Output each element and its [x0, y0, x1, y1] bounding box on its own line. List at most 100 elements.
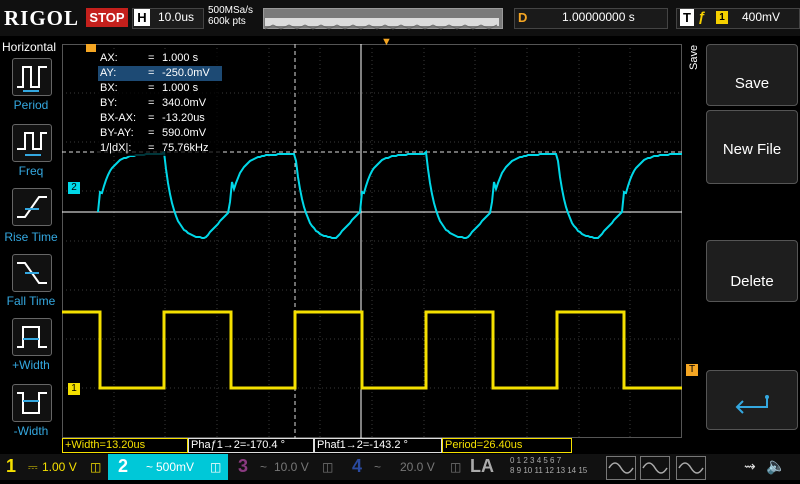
trigger-label: T	[680, 9, 694, 26]
positive-width-label: +Width	[12, 358, 50, 372]
return-button[interactable]	[706, 370, 798, 430]
new-file-label: New File	[722, 141, 782, 158]
delete-button[interactable]	[706, 240, 798, 302]
cursor-row: BX: = 1.000 s	[98, 81, 222, 96]
return-arrow-icon	[735, 395, 769, 414]
cursor-key: BX-AX:	[100, 112, 137, 124]
channel-2-bw-icon: ◫	[210, 460, 222, 474]
source-generator-1-button[interactable]	[606, 456, 636, 480]
la-digits-bottom: 8 9 10 11 12 13 14 15	[510, 466, 588, 475]
cursor-eq: =	[148, 97, 155, 109]
cursor-row: 1/|dX|: = 75.76kHz	[98, 141, 222, 156]
fall-time-button[interactable]	[12, 254, 52, 292]
channel-4-bw-icon: ◫	[450, 460, 462, 474]
cursor-key: BY-AY:	[100, 127, 134, 139]
memory-overview-strip	[264, 18, 499, 30]
cursor-key: AX:	[100, 52, 118, 64]
cursor-readout-table: AX: = 1.000 s AY: = -250.0mV BX: = 1.000 s BY:…	[96, 50, 222, 156]
cursor-value: 1.000 s	[162, 82, 199, 94]
speaker-mute-icon[interactable]: 🔈	[766, 456, 786, 476]
cursor-key: BX:	[100, 82, 118, 94]
channel-4-coupling-icon: ~	[374, 460, 382, 474]
save-label: Save	[734, 75, 770, 92]
cursor-value: -250.0mV	[162, 67, 210, 79]
cursor-value: 1.000 s	[162, 52, 199, 64]
channel-1-trace	[62, 310, 682, 390]
usb-icon: ⇝	[744, 458, 756, 474]
horizontal-label: H	[134, 9, 150, 26]
sine-wave-icon	[642, 462, 668, 474]
timebase-value: 10.0us	[158, 10, 195, 24]
freq-label: Freq	[18, 164, 44, 178]
brand-logo: RIGOL	[4, 6, 80, 30]
positive-width-button[interactable]	[12, 318, 52, 356]
source-generator-2-button[interactable]	[640, 456, 670, 480]
channel-2-scale[interactable]: 500mV	[156, 460, 194, 474]
cursor-value: 340.0mV	[162, 97, 207, 109]
cursor-row: AX: = 1.000 s	[98, 51, 222, 66]
trigger-level: 400mV	[742, 10, 781, 24]
channel-2-number[interactable]: 2	[118, 456, 128, 477]
channel-1-number[interactable]: 1	[6, 456, 16, 477]
rise-time-label: Rise Time	[4, 230, 58, 244]
trigger-box[interactable]	[676, 8, 800, 29]
cursor-eq: =	[148, 82, 155, 94]
channel-4-number[interactable]: 4	[352, 456, 362, 477]
delete-label: Delete	[730, 273, 774, 290]
period-icon	[17, 66, 47, 92]
period-button[interactable]	[12, 58, 52, 96]
rise-time-icon	[17, 196, 47, 218]
channel-3-bw-icon: ◫	[322, 460, 334, 474]
cursor-value: 75.76kHz	[162, 142, 209, 154]
memory-overview-waveform	[264, 24, 498, 30]
channel-2-offset-marker[interactable]: 2	[68, 182, 80, 194]
logic-analyzer-label[interactable]: LA	[470, 456, 494, 477]
trigger-level-marker[interactable]: T	[686, 364, 698, 376]
channel-3-scale[interactable]: 10.0 V	[274, 460, 309, 474]
delay-value: 1.00000000 s	[562, 10, 635, 24]
right-menu-title: Save	[688, 44, 700, 70]
freq-button[interactable]	[12, 124, 52, 162]
cursor-row: BY-AY: = 590.0mV	[98, 126, 222, 141]
measurement-positive-width[interactable]: +Width=13.20us	[62, 438, 188, 453]
cursor-eq: =	[148, 67, 155, 79]
channel-1-coupling-icon: ⎓	[28, 460, 38, 474]
negative-width-icon	[17, 392, 47, 414]
rising-edge-icon: ƒ	[698, 8, 706, 24]
channel-2-trace	[97, 149, 682, 239]
positive-width-icon	[17, 326, 47, 348]
fall-time-label: Fall Time	[6, 294, 56, 308]
cursor-key: 1/|dX|:	[100, 142, 132, 154]
freq-icon	[17, 132, 47, 156]
cursor-value: 590.0mV	[162, 127, 207, 139]
measurement-phase-falling[interactable]: Phaƭ1→2=-143.2 °	[314, 438, 442, 453]
sample-rate: 500MSa/s	[208, 5, 254, 16]
channel-4-scale[interactable]: 20.0 V	[400, 460, 435, 474]
period-label: Period	[13, 98, 49, 112]
channel-1-offset-marker[interactable]: 1	[68, 383, 80, 395]
left-menu-title: Horizontal	[2, 40, 57, 54]
channel-1-bw-icon: ◫	[90, 460, 102, 474]
sine-wave-icon	[608, 462, 634, 474]
measurement-period[interactable]: Period=26.40us	[442, 438, 572, 453]
run-stop-indicator[interactable]: STOP	[86, 8, 128, 27]
channel-1-scale[interactable]: 1.00 V	[42, 460, 77, 474]
channel-3-number[interactable]: 3	[238, 456, 248, 477]
channel-2-coupling-icon: ~	[146, 460, 154, 474]
cursor-eq: =	[148, 112, 155, 124]
source-generator-3-button[interactable]	[676, 456, 706, 480]
negative-width-button[interactable]	[12, 384, 52, 422]
cursor-eq: =	[148, 52, 155, 64]
cursor-row: BX-AX: = -13.20us	[98, 111, 222, 126]
memory-depth: 600k pts	[208, 16, 246, 27]
trigger-source-badge: 1	[716, 11, 728, 24]
measurement-phase-rising[interactable]: Phaƒ1→2=-170.4 °	[188, 438, 314, 453]
negative-width-label: -Width	[13, 424, 49, 438]
channel-3-coupling-icon: ~	[260, 460, 268, 474]
rise-time-button[interactable]	[12, 188, 52, 226]
cursor-key: BY:	[100, 97, 118, 109]
cursor-eq: =	[148, 127, 155, 139]
delay-label: D	[518, 10, 528, 25]
trigger-position-marker[interactable]	[86, 44, 96, 52]
cursor-row: BY: = 340.0mV	[98, 96, 222, 111]
